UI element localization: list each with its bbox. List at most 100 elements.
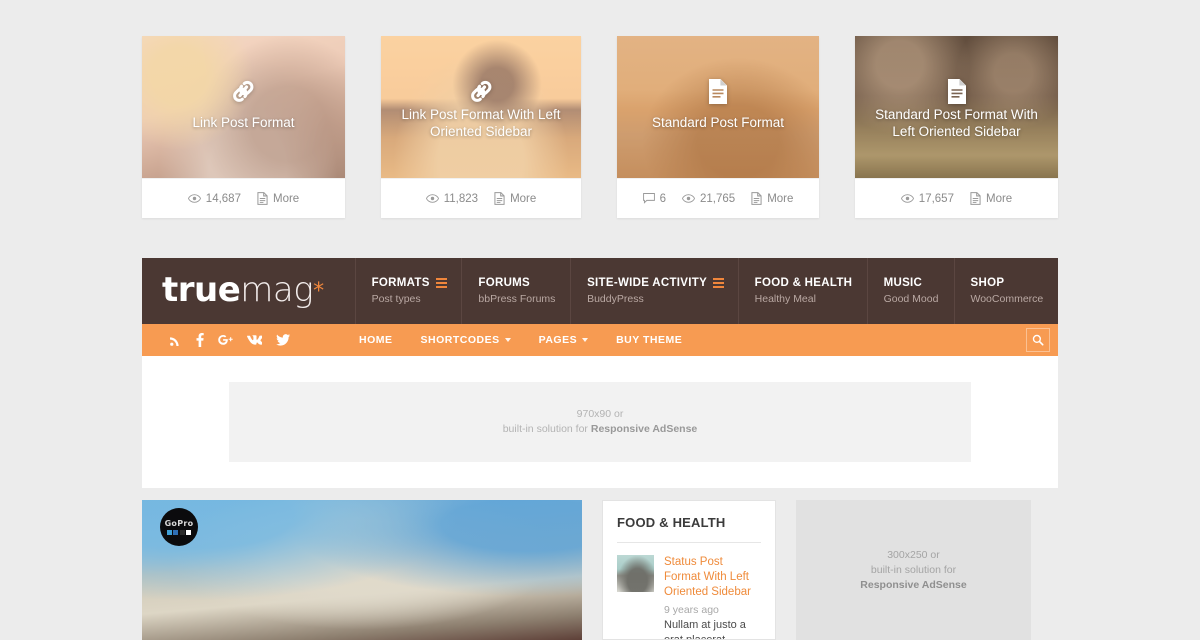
more-link[interactable]: More — [257, 192, 299, 205]
document-icon — [257, 192, 268, 205]
gopro-badge-icon: GoPro — [160, 508, 198, 546]
rss-icon[interactable] — [170, 334, 182, 346]
sidebar-ad-placeholder[interactable]: 300x250 or built-in solution for Respons… — [796, 500, 1031, 640]
eye-icon — [682, 194, 695, 203]
post-card-title[interactable]: Link Post Format With Left Oriented Side… — [391, 106, 571, 140]
views-count: 11,823 — [425, 192, 479, 205]
menu-item-buy-theme[interactable]: BUY THEME — [616, 334, 682, 346]
post-card-thumbnail[interactable]: Link Post Format — [142, 36, 345, 178]
views-value: 14,687 — [205, 192, 241, 205]
eye-icon — [425, 194, 439, 203]
widget-post-body: Status Post Format With Left Oriented Si… — [664, 555, 761, 639]
more-link[interactable]: More — [751, 192, 793, 205]
more-label[interactable]: More — [986, 193, 1012, 205]
page-root: Link Post Format 14,687 More Link Post F… — [0, 0, 1200, 640]
site-frame: true mag * FORMATS Post types FORUMS bbPre… — [142, 258, 1058, 488]
post-card[interactable]: Standard Post Format 6 21,765 More — [617, 36, 819, 218]
comment-icon — [642, 193, 655, 204]
post-thumbnail-tint — [142, 36, 345, 178]
post-card-thumbnail[interactable]: Standard Post Format — [617, 36, 819, 178]
twitter-icon[interactable] — [276, 334, 290, 346]
chevron-down-icon — [504, 338, 511, 342]
nav-item-forums[interactable]: FORUMS bbPress Forums — [462, 258, 572, 324]
more-label[interactable]: More — [510, 193, 536, 205]
nav-top-row: FOOD & HEALTH — [754, 277, 853, 289]
nav-top-row: FORMATS — [371, 277, 447, 289]
nav-label: MUSIC — [883, 277, 923, 289]
food-health-widget: FOOD & HEALTH Status Post Format With Le… — [602, 500, 776, 640]
document-icon — [705, 76, 731, 106]
views-count: 17,657 — [900, 192, 954, 205]
post-card-thumbnail[interactable]: Standard Post Format With Left Oriented … — [855, 36, 1058, 178]
post-card-title[interactable]: Standard Post Format — [627, 114, 809, 131]
nav-top-row: SITE-WIDE ACTIVITY — [587, 277, 725, 289]
comments-count: 6 — [642, 193, 666, 205]
social-links — [142, 333, 359, 347]
widget-post-item[interactable]: Status Post Format With Left Oriented Si… — [617, 543, 761, 639]
post-card[interactable]: Link Post Format 14,687 More — [142, 36, 345, 218]
search-icon — [1032, 334, 1044, 346]
googleplus-icon[interactable] — [218, 334, 233, 346]
menu-label: SHORTCODES — [420, 334, 500, 346]
menu-item-shortcodes[interactable]: SHORTCODES — [421, 334, 511, 346]
nav-top-row: MUSIC — [884, 277, 938, 289]
nav-label: FORMATS — [371, 277, 430, 289]
nav-subtitle: WooCommerce — [970, 293, 1044, 305]
nav-item-music[interactable]: MUSIC Good Mood — [868, 258, 955, 324]
nav-label: FORUMS — [478, 277, 531, 289]
mega-menu-icon — [713, 278, 725, 288]
post-card[interactable]: Link Post Format With Left Oriented Side… — [381, 36, 581, 218]
logo-light-part: mag — [240, 270, 314, 310]
menu-item-pages[interactable]: PAGES — [539, 334, 589, 346]
sidebar-ad-strong: Responsive AdSense — [860, 578, 967, 591]
featured-post-image[interactable]: GoPro — [142, 500, 582, 640]
nav-item-site-wide-activity[interactable]: SITE-WIDE ACTIVITY BuddyPress — [571, 258, 739, 324]
sidebar-ad-subtitle: built-in solution for — [870, 563, 957, 576]
nav-subtitle: BuddyPress — [587, 293, 644, 305]
menu-label: HOME — [359, 334, 393, 346]
vk-icon[interactable] — [247, 335, 262, 345]
post-card-title[interactable]: Standard Post Format With Left Oriented … — [865, 106, 1048, 140]
chevron-down-icon — [582, 338, 589, 342]
post-card-thumbnail[interactable]: Link Post Format With Left Oriented Side… — [381, 36, 581, 178]
leaderboard-ad-placeholder[interactable]: 970x90 or built-in solution for Responsi… — [229, 382, 971, 462]
site-header: true mag * FORMATS Post types FORUMS bbPre… — [142, 258, 1058, 324]
nav-subtitle: Good Mood — [883, 293, 939, 305]
nav-item-formats[interactable]: FORMATS Post types — [356, 258, 463, 324]
more-link[interactable]: More — [970, 192, 1012, 205]
widget-post-thumbnail[interactable] — [617, 555, 654, 592]
featured-cards-strip: Link Post Format 14,687 More Link Post F… — [142, 36, 1058, 218]
post-card-title[interactable]: Link Post Format — [152, 114, 335, 131]
sidebar-ad-size-label: 300x250 or — [887, 548, 940, 561]
views-value: 21,765 — [700, 192, 736, 205]
nav-item-food-health[interactable]: FOOD & HEALTH Healthy Meal — [739, 258, 868, 324]
facebook-icon[interactable] — [196, 333, 204, 347]
nav-label: SITE-WIDE ACTIVITY — [587, 277, 708, 289]
post-card-meta: 11,823 More — [381, 178, 581, 218]
search-button[interactable] — [1026, 328, 1050, 352]
post-card-meta: 17,657 More — [855, 178, 1058, 218]
document-icon — [494, 192, 505, 205]
eye-icon — [187, 194, 201, 203]
more-link[interactable]: More — [494, 192, 536, 205]
widget-post-title[interactable]: Status Post Format With Left Oriented Si… — [664, 555, 761, 600]
gopro-squares — [166, 530, 192, 535]
views-count: 21,765 — [682, 193, 735, 205]
mega-menu-icon — [435, 278, 447, 288]
post-card[interactable]: Standard Post Format With Left Oriented … — [855, 36, 1058, 218]
post-thumbnail-tint — [617, 36, 819, 178]
logo-bold-part: true — [162, 270, 241, 310]
nav-label: FOOD & HEALTH — [754, 277, 853, 289]
nav-item-shop[interactable]: SHOP WooCommerce — [955, 258, 1058, 324]
menu-item-home[interactable]: HOME — [359, 334, 393, 346]
site-logo[interactable]: true mag * — [142, 258, 356, 324]
more-label[interactable]: More — [767, 193, 793, 205]
document-icon — [944, 76, 970, 106]
primary-menu: HOME SHORTCODES PAGES BUY THEME — [359, 334, 682, 346]
eye-icon — [900, 194, 914, 203]
views-value: 17,657 — [918, 192, 954, 205]
more-label[interactable]: More — [273, 193, 299, 205]
document-icon — [970, 192, 981, 205]
ad-size-label: 970x90 or — [576, 408, 624, 420]
views-value: 11,823 — [443, 192, 479, 205]
